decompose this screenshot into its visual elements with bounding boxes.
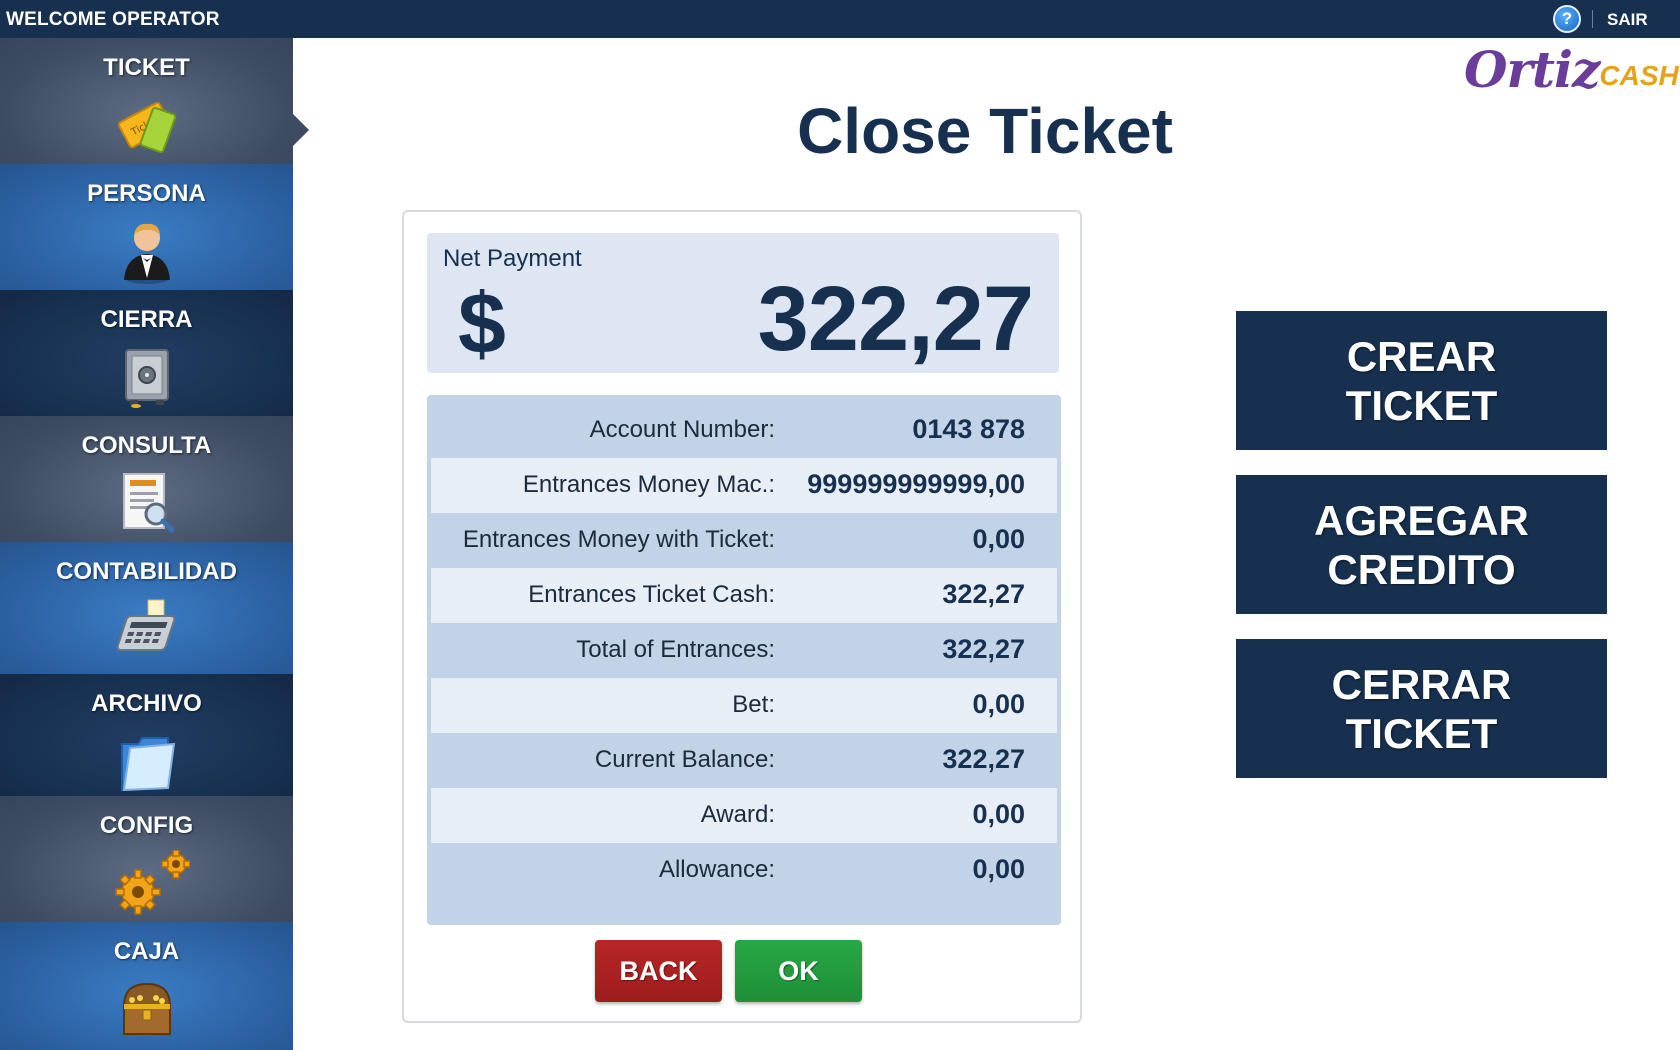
detail-label: Total of Entrances: (576, 636, 775, 663)
create-ticket-label: CREAR TICKET (1345, 332, 1498, 429)
sidebar-item-cierra[interactable]: CIERRA (0, 290, 293, 416)
create-ticket-button[interactable]: CREAR TICKET (1236, 311, 1607, 450)
close-ticket-button[interactable]: CERRAR TICKET (1236, 639, 1607, 778)
detail-label: Bet: (732, 691, 775, 718)
detail-label: Allowance: (658, 856, 775, 883)
detail-row: Entrances Money with Ticket: 0,00 (431, 513, 1057, 568)
gears-icon (115, 850, 190, 915)
detail-value: 322,27 (942, 579, 1025, 609)
sidebar-item-label: CONSULTA (81, 432, 212, 459)
net-payment-box: Net Payment $ 322,27 (427, 233, 1059, 373)
sidebar-item-label: CIERRA (100, 306, 193, 333)
top-bar: WELCOME OPERATOR ? SAIR (0, 0, 1680, 38)
treasure-chest-icon (122, 982, 172, 1035)
sidebar-item-persona[interactable]: PERSONA (0, 164, 293, 290)
sidebar-item-label: CONFIG (99, 812, 194, 839)
add-credit-button[interactable]: AGREGAR CREDITO (1236, 475, 1607, 614)
detail-row: Entrances Money Mac.: 999999999999,00 (431, 458, 1057, 513)
sidebar: TICKET Ticket PERSONA CIERRA CONSULTA CO… (0, 38, 309, 1050)
detail-value: 0143 878 (912, 414, 1025, 444)
sidebar-item-label: TICKET (103, 54, 190, 81)
person-icon (124, 223, 170, 284)
register-icon (116, 599, 176, 651)
close-ticket-label: CERRAR TICKET (1331, 660, 1512, 757)
folder-icon (121, 737, 176, 792)
detail-value: 0,00 (972, 854, 1025, 884)
sidebar-item-consulta[interactable]: CONSULTA (0, 416, 293, 542)
detail-label: Entrances Money with Ticket: (462, 526, 775, 553)
detail-label: Account Number: (589, 416, 775, 443)
safe-icon (125, 349, 169, 408)
detail-label: Award: (700, 801, 775, 828)
sidebar-item-label: CONTABILIDAD (56, 558, 237, 585)
sidebar-item-config[interactable]: CONFIG (0, 796, 293, 922)
detail-row: Current Balance: 322,27 (431, 733, 1057, 788)
sidebar-item-label: ARCHIVO (91, 690, 202, 717)
sidebar-item-label: PERSONA (87, 180, 206, 207)
logo-main: Ortiz (1464, 40, 1600, 99)
detail-row: Allowance: 0,00 (431, 843, 1057, 898)
sidebar-item-contabilidad[interactable]: CONTABILIDAD (0, 542, 293, 674)
logo-suffix: CASH (1599, 60, 1679, 91)
detail-row: Account Number: 0143 878 (431, 403, 1057, 458)
sidebar-item-caja[interactable]: CAJA (0, 922, 293, 1050)
detail-value: 322,27 (942, 744, 1025, 774)
currency-symbol: $ (458, 276, 506, 372)
detail-row: Entrances Ticket Cash: 322,27 (431, 568, 1057, 623)
detail-value: 0,00 (972, 524, 1025, 554)
detail-label: Current Balance: (594, 746, 775, 773)
logout-button[interactable]: SAIR (1607, 10, 1648, 30)
sidebar-item-archivo[interactable]: ARCHIVO (0, 674, 293, 796)
document-search-icon (123, 473, 175, 533)
detail-row: Total of Entrances: 322,27 (431, 623, 1057, 678)
divider (1592, 10, 1593, 28)
welcome-text: WELCOME OPERATOR (6, 9, 220, 30)
detail-row: Bet: 0,00 (431, 678, 1057, 733)
help-icon[interactable]: ? (1553, 5, 1581, 33)
back-button[interactable]: BACK (595, 940, 722, 1002)
detail-label: Entrances Money Mac.: (522, 471, 775, 498)
sidebar-item-label: CAJA (113, 938, 180, 965)
detail-row: Award: 0,00 (431, 788, 1057, 843)
detail-value: 0,00 (972, 799, 1025, 829)
detail-value: 999999999999,00 (807, 469, 1025, 499)
details-table: Account Number: 0143 878 Entrances Money… (427, 395, 1061, 925)
ticket-panel: Net Payment $ 322,27 Account Number: 014… (402, 210, 1082, 1023)
detail-value: 0,00 (972, 689, 1025, 719)
detail-value: 322,27 (942, 634, 1025, 664)
ok-button[interactable]: OK (735, 940, 862, 1002)
page-title: Close Ticket (797, 95, 1173, 167)
add-credit-label: AGREGAR CREDITO (1314, 496, 1529, 593)
net-payment-label: Net Payment (443, 245, 582, 272)
brand-logo: OrtizCASH (1464, 40, 1679, 99)
detail-label: Entrances Ticket Cash: (528, 581, 775, 608)
net-payment-amount: 322,27 (757, 268, 1034, 370)
